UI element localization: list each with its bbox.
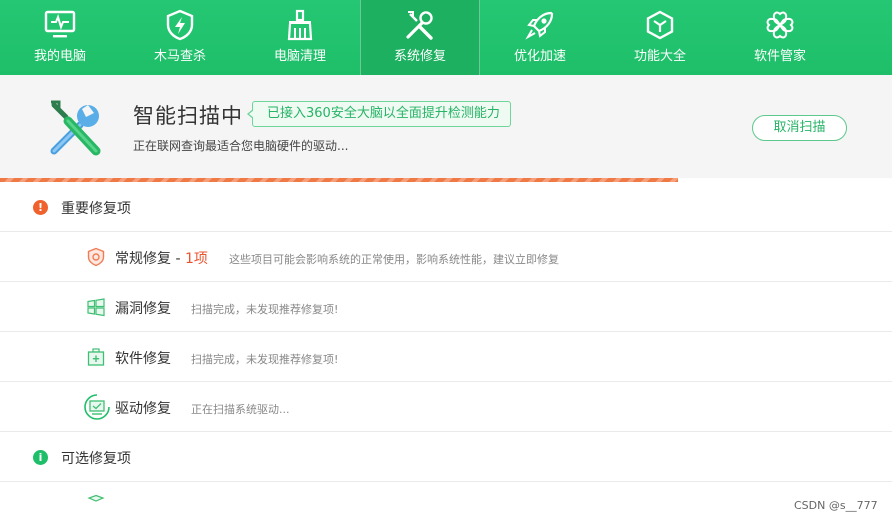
software-box-icon [86,347,106,367]
scan-title: 智能扫描中 [133,104,243,128]
nav-label: 电脑清理 [273,49,326,64]
repair-row-software[interactable]: 软件修复 扫描完成，未发现推荐修复项! [0,332,892,382]
nav-label: 软件管家 [753,49,806,64]
shield-icon [86,247,106,267]
partial-row-icon [86,494,106,504]
section-title: 重要修复项 [61,201,131,217]
nav-label: 木马查杀 [153,49,206,64]
section-title: 可选修复项 [61,451,131,467]
nav-label: 功能大全 [633,49,686,64]
section-optional: i 可选修复项 [0,432,892,482]
apps-icon [763,8,797,42]
cube-icon [643,8,677,42]
top-navigation: 我的电脑 木马查杀 电脑清理 系统修复 优化加速 功能大全 软件管家 [0,0,892,75]
row-title: 驱动修复 [115,401,171,417]
nav-item-optimize[interactable]: 优化加速 [480,0,600,75]
nav-label: 我的电脑 [33,49,86,64]
cancel-scan-button[interactable]: 取消扫描 [752,115,847,141]
monitor-icon [43,8,77,42]
row-title: 软件修复 [115,351,171,367]
nav-label: 系统修复 [393,49,446,64]
repair-tools-icon [46,99,108,159]
row-description: 扫描完成，未发现推荐修复项! [191,303,339,316]
issue-count: 1项 [184,251,208,267]
nav-item-trojan-scan[interactable]: 木马查杀 [120,0,240,75]
section-important: ! 重要修复项 [0,182,892,232]
shield-lightning-icon [163,8,197,42]
row-description: 这些项目可能会影响系统的正常使用，影响系统性能，建议立即修复 [229,253,559,266]
windows-icon [86,297,106,317]
broom-icon [283,8,317,42]
nav-item-system-repair[interactable]: 系统修复 [360,0,480,75]
row-title: 漏洞修复 [115,301,171,317]
info-icon: i [33,450,48,465]
repair-row-driver[interactable]: 驱动修复 正在扫描系统驱动... [0,382,892,432]
nav-item-cleanup[interactable]: 电脑清理 [240,0,360,75]
alert-icon: ! [33,200,48,215]
tools-icon [403,8,437,42]
scan-status-text: 正在联网查询最适合您电脑硬件的驱动... [133,139,349,153]
repair-row-routine[interactable]: 常规修复 - 1项 这些项目可能会影响系统的正常使用，影响系统性能，建议立即修复 [0,232,892,282]
driver-scanning-icon [83,393,111,421]
repair-row-vulnerability[interactable]: 漏洞修复 扫描完成，未发现推荐修复项! [0,282,892,332]
row-title: 常规修复 - 1项 [115,251,208,267]
nav-item-software-manager[interactable]: 软件管家 [720,0,840,75]
security-brain-badge: 已接入360安全大脑以全面提升检测能力 [247,101,511,127]
nav-label: 优化加速 [513,49,566,64]
scan-status-panel: 智能扫描中 已接入360安全大脑以全面提升检测能力 正在联网查询最适合您电脑硬件… [0,75,892,182]
row-description: 扫描完成，未发现推荐修复项! [191,353,339,366]
row-description: 正在扫描系统驱动... [191,403,290,416]
nav-item-features[interactable]: 功能大全 [600,0,720,75]
watermark: CSDN @s__777 [794,499,878,512]
rocket-icon [523,8,557,42]
nav-item-my-computer[interactable]: 我的电脑 [0,0,120,75]
